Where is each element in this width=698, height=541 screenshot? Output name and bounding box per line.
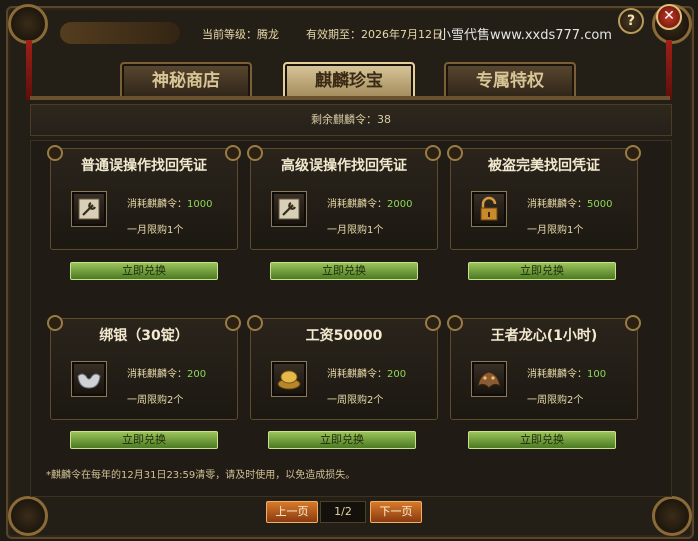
cost-value: 1000 (187, 199, 213, 210)
remaining-tokens: 剩余麒麟令：38 (30, 104, 672, 136)
remaining-label: 剩余麒麟令： (311, 113, 377, 126)
item-card: 绑银（30锭） 消耗麒麟令：200 一周限购2个 (47, 315, 241, 420)
exchange-button[interactable]: 立即兑换 (268, 431, 416, 449)
item-cost: 消耗麒麟令：200 (127, 365, 206, 380)
item-card: 高级误操作找回凭证 消耗麒麟令：2000 一月限购1个 (247, 145, 441, 250)
expiry-note: *麒麟令在每年的12月31日23:59清零，请及时使用，以免造成损失。 (46, 470, 356, 481)
purchase-limit: 一月限购1个 (327, 225, 384, 236)
purchase-limit: 一周限购2个 (327, 395, 384, 406)
next-page-button[interactable]: 下一页 (370, 501, 422, 523)
exchange-button[interactable]: 立即兑换 (270, 262, 418, 280)
item-card: 工资50000 消耗麒麟令：200 一周限购2个 (247, 315, 441, 420)
item-cost: 消耗麒麟令：200 (327, 365, 406, 380)
tab-mystery-shop[interactable]: 神秘商店 (120, 62, 252, 100)
prev-page-button[interactable]: 上一页 (266, 501, 318, 523)
qilin-treasure-window: 当前等级：腾龙 有效期至：2026年7月12日 小雪代售www.xxds777.… (0, 0, 698, 541)
expiry-date: 有效期至：2026年7月12日 (306, 26, 443, 42)
item-title: 王者龙心(1小时) (490, 328, 598, 344)
level-label: 当前等级： (202, 28, 257, 41)
current-level: 当前等级：腾龙 (202, 26, 279, 42)
cost-label: 消耗麒麟令： (527, 369, 587, 380)
item-card: 被盗完美找回凭证 消耗麒麟令：5000 一月限购1个 (447, 145, 641, 250)
page-indicator: 1/2 (320, 501, 366, 523)
item-title: 普通误操作找回凭证 (81, 158, 207, 174)
expiry-value: 2026年7月12日 (361, 28, 443, 41)
item-cost: 消耗麒麟令：5000 (527, 195, 612, 210)
dragon-heart-icon[interactable] (471, 361, 507, 397)
tab-exclusive-privilege[interactable]: 专属特权 (444, 62, 576, 100)
item-title: 被盗完美找回凭证 (488, 158, 600, 174)
corner-ornament (8, 496, 48, 536)
cost-label: 消耗麒麟令： (127, 199, 187, 210)
item-cost: 消耗麒麟令：2000 (327, 195, 412, 210)
watermark-text: 小雪代售www.xxds777.com (438, 28, 612, 43)
cost-label: 消耗麒麟令： (327, 369, 387, 380)
level-value: 腾龙 (257, 28, 279, 41)
purchase-limit: 一月限购1个 (527, 225, 584, 236)
exchange-button[interactable]: 立即兑换 (468, 431, 616, 449)
left-tassel (26, 40, 32, 100)
item-title: 高级误操作找回凭证 (281, 158, 407, 174)
remaining-value: 38 (377, 113, 391, 126)
cloud-ornament (60, 22, 180, 44)
exchange-button[interactable]: 立即兑换 (70, 431, 218, 449)
cost-value: 5000 (587, 199, 613, 210)
cost-label: 消耗麒麟令： (527, 199, 587, 210)
right-tassel (666, 40, 672, 100)
expiry-label: 有效期至： (306, 28, 361, 41)
cost-value: 200 (187, 369, 207, 380)
close-button[interactable]: ✕ (656, 4, 682, 30)
cost-label: 消耗麒麟令： (327, 199, 387, 210)
item-cost: 消耗麒麟令：100 (527, 365, 606, 380)
exchange-button[interactable]: 立即兑换 (468, 262, 616, 280)
purchase-limit: 一月限购1个 (127, 225, 184, 236)
cost-value: 100 (587, 369, 607, 380)
silver-ingot-icon[interactable] (71, 361, 107, 397)
corner-ornament (8, 4, 48, 44)
item-title: 绑银（30锭） (99, 328, 189, 344)
cost-value: 2000 (387, 199, 413, 210)
purchase-limit: 一周限购2个 (527, 395, 584, 406)
cost-value: 200 (387, 369, 407, 380)
item-title: 工资50000 (305, 328, 383, 344)
wrench-scroll-icon[interactable] (71, 191, 107, 227)
exchange-button[interactable]: 立即兑换 (70, 262, 218, 280)
tab-qilin-treasure[interactable]: 麒麟珍宝 (283, 62, 415, 100)
item-cost: 消耗麒麟令：1000 (127, 195, 212, 210)
item-card: 普通误操作找回凭证 消耗麒麟令：1000 一月限购1个 (47, 145, 241, 250)
wrench-scroll-icon[interactable] (271, 191, 307, 227)
gold-ingot-icon[interactable] (271, 361, 307, 397)
lock-icon[interactable] (471, 191, 507, 227)
item-card: 王者龙心(1小时) 消耗麒麟令：100 一周限购2个 (447, 315, 641, 420)
tab-divider (30, 96, 670, 100)
help-button[interactable]: ? (618, 8, 644, 34)
purchase-limit: 一周限购2个 (127, 395, 184, 406)
cost-label: 消耗麒麟令： (127, 369, 187, 380)
corner-ornament (652, 496, 692, 536)
